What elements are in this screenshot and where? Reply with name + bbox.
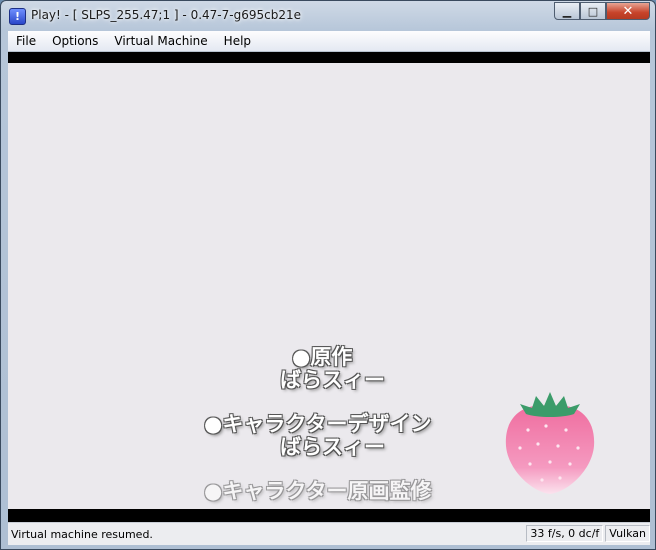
title-bar[interactable]: ! Play! - [ SLPS_255.47;1 ] - 0.47-7-g69… [1,1,655,31]
window-title: Play! - [ SLPS_255.47;1 ] - 0.47-7-g695c… [31,8,301,22]
renderer-label: Vulkan [605,525,650,542]
status-panels: 33 f/s, 0 dc/f Vulkan [524,525,650,542]
minimize-icon: ▁ [562,4,572,18]
maximize-button[interactable]: □ [580,2,606,20]
menu-options[interactable]: Options [44,34,106,48]
game-screen: ●原作 ばらスィー ●キャラクターデザイン ばらスィー ●キャラクター原画監修 [8,63,650,509]
credit-role-3: ●キャラクター原画監修 [204,479,432,503]
credit-name-2: ばらスィー [280,435,385,459]
menu-help[interactable]: Help [216,34,259,48]
close-icon: ✕ [622,3,634,19]
close-button[interactable]: ✕ [606,2,650,20]
credit-name-1: ばらスィー [280,368,385,392]
maximize-icon: □ [587,4,599,18]
status-message: Virtual machine resumed. [11,528,153,541]
app-icon[interactable]: ! [9,8,26,25]
caption-buttons: ▁ □ ✕ [554,2,650,22]
minimize-button[interactable]: ▁ [554,2,580,20]
game-viewport[interactable]: ●原作 ばらスィー ●キャラクターデザイン ばらスィー ●キャラクター原画監修 [8,52,650,522]
menu-file[interactable]: File [8,34,44,48]
status-bar: Virtual machine resumed. 33 f/s, 0 dc/f … [8,522,650,545]
menu-virtual-machine[interactable]: Virtual Machine [106,34,215,48]
menu-bar: File Options Virtual Machine Help [8,31,650,52]
strawberry-icon [505,392,595,494]
app-window: ! Play! - [ SLPS_255.47;1 ] - 0.47-7-g69… [0,0,656,550]
fps-readout: 33 f/s, 0 dc/f [526,525,604,542]
